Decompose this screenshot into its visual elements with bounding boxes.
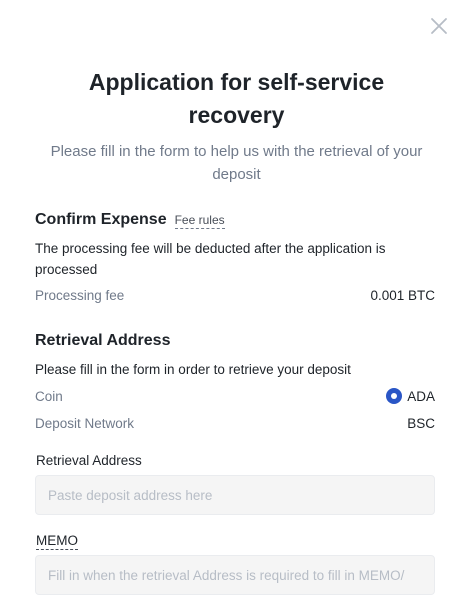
- retrieval-address-input[interactable]: [35, 475, 435, 515]
- retrieval-address-field-label: Retrieval Address: [36, 453, 142, 468]
- coin-name: ADA: [407, 388, 435, 404]
- retrieval-address-heading: Retrieval Address: [35, 332, 171, 349]
- close-button[interactable]: [429, 16, 449, 36]
- ada-coin-icon: [386, 388, 403, 404]
- close-icon: [431, 18, 447, 34]
- coin-row: Coin ADA: [35, 388, 435, 404]
- confirm-expense-heading: Confirm Expense: [35, 211, 167, 228]
- fee-rules-link[interactable]: Fee rules: [174, 213, 225, 229]
- dialog-title: Application for self-service recovery: [88, 69, 385, 128]
- coin-label: Coin: [35, 388, 63, 404]
- processing-fee-value: 0.001 BTC: [370, 288, 435, 303]
- deposit-network-value: BSC: [407, 416, 435, 431]
- memo-input[interactable]: [35, 555, 435, 595]
- processing-fee-row: Processing fee 0.001 BTC: [35, 288, 435, 303]
- recovery-dialog: Application for self-service recovery Pl…: [0, 0, 473, 614]
- processing-fee-label: Processing fee: [35, 288, 125, 303]
- processing-fee-note: The processing fee will be deducted afte…: [35, 241, 386, 277]
- confirm-expense-section-header: Confirm Expense Fee rules: [35, 211, 225, 229]
- deposit-network-row: Deposit Network BSC: [35, 416, 435, 431]
- deposit-network-label: Deposit Network: [35, 416, 135, 431]
- coin-value: ADA: [386, 388, 435, 404]
- memo-field-label[interactable]: MEMO: [36, 533, 78, 550]
- dialog-subtitle: Please fill in the form to help us with …: [50, 143, 423, 183]
- retrieval-address-section-header: Retrieval Address: [35, 332, 170, 350]
- retrieval-note: Please fill in the form in order to retr…: [35, 362, 351, 377]
